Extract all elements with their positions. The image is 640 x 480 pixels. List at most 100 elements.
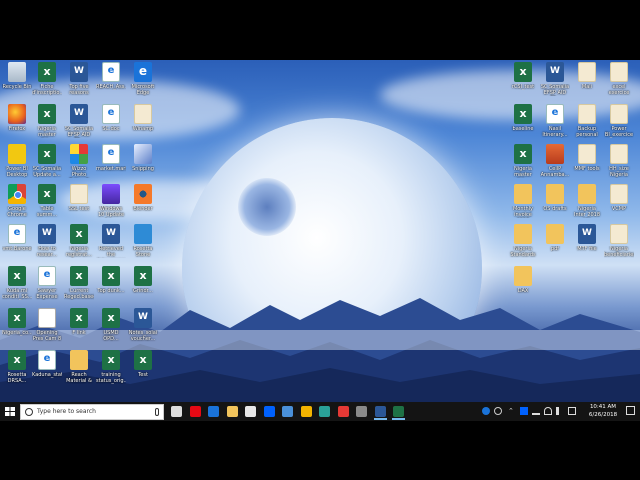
battery-icon[interactable] — [532, 407, 540, 415]
desktop-icon[interactable]: SSL test — [64, 184, 94, 212]
desktop-icon[interactable]: Mali — [572, 62, 602, 90]
desktop-icon[interactable]: Microsoft Edge — [128, 62, 158, 96]
blender-icon — [134, 184, 152, 204]
excel-icon — [8, 266, 26, 286]
netflix-icon — [189, 406, 201, 417]
people-icon[interactable] — [482, 407, 490, 415]
taskbar-edge-button[interactable] — [205, 404, 222, 419]
desktop-icon[interactable]: Snipping — [128, 144, 158, 172]
desktop-icon[interactable]: CellP Annamba... — [540, 144, 570, 178]
wifi-icon[interactable] — [544, 407, 552, 415]
taskbar-photos-button[interactable] — [279, 404, 296, 419]
desktop-icon[interactable]: Sawyer Expense L... — [32, 266, 62, 300]
desktop-icon[interactable]: Grindr... — [128, 266, 158, 294]
taskbar-task-view-button[interactable] — [168, 404, 185, 419]
desktop-icon[interactable]: Nigeria_co... — [2, 308, 32, 336]
desktop-icon[interactable]: excel exercice — [604, 62, 634, 96]
paint-icon — [337, 406, 349, 417]
desktop-icon[interactable]: USMD OPD... — [96, 308, 126, 342]
desktop-icon[interactable]: SC Somalia Update a... — [32, 144, 62, 178]
desktop-icon-label: Nigeria Inter 2018 HH — [573, 206, 601, 218]
desktop-icon[interactable]: How to resear... — [32, 224, 62, 258]
desktop-icon-label: pdf — [550, 246, 560, 252]
desktop-icon[interactable]: Top dunk... — [96, 266, 126, 294]
desktop-icon[interactable]: HH_size Nigeria — [604, 144, 634, 178]
dropbox-tray-icon[interactable] — [520, 407, 528, 415]
desktop-icon[interactable]: market.market... — [96, 144, 126, 172]
desktop-icon[interactable]: Nigeria beneficiaries1918 — [604, 224, 634, 258]
desktop-icon[interactable]: Windows 10 Update Ass... — [96, 184, 126, 218]
desktop-icon[interactable]: Recycle Bin — [2, 62, 32, 90]
desktop-icon[interactable]: Firefox — [2, 104, 32, 132]
keyboard-icon[interactable] — [568, 407, 576, 415]
desktop-icon[interactable]: Nigeria master list... — [508, 144, 538, 178]
desktop-icon[interactable]: SC Somalia EFSP AID FF... — [64, 104, 94, 138]
taskbar-word-button[interactable] — [372, 404, 389, 420]
desktop-icon-label: MMF tools — [574, 166, 600, 172]
desktop-wallpaper[interactable]: Recycle BinFiche d'inscriptio... Top five… — [0, 60, 640, 402]
desktop-icon[interactable]: REACH_Ass... — [96, 62, 126, 90]
taskbar-calculator-button[interactable] — [353, 404, 370, 419]
volume-icon[interactable] — [556, 407, 564, 415]
desktop-icon[interactable]: Nigeria master list... — [32, 104, 62, 138]
desktop-icon[interactable]: training status_orig... — [96, 350, 126, 384]
desktop-icon[interactable]: OS drafts — [540, 184, 570, 212]
clock[interactable]: 10:41 AM 6/26/2018 — [586, 403, 620, 419]
taskbar-terminal-button[interactable] — [316, 404, 333, 419]
desktop-icon[interactable]: Wizzo Photo Editor 8 — [64, 144, 94, 178]
desktop-icon[interactable]: rCSI_test — [508, 62, 538, 90]
desktop-icon[interactable]: Nigeria Standards — [508, 224, 538, 258]
desktop-icon-label: Fiche d'inscriptio... — [32, 84, 62, 96]
desktop-icon[interactable]: Power BI_exercice — [604, 104, 634, 138]
desktop-icon[interactable]: F link — [64, 308, 94, 336]
desktop-icon[interactable]: Monthly invoice 2018 — [508, 184, 538, 218]
chevron-up-icon[interactable]: ⌃ — [508, 407, 516, 415]
desktop-icon[interactable]: Kaduna_state... — [32, 350, 62, 378]
desktop-icon[interactable]: Google Chrome — [2, 184, 32, 218]
desktop-icon[interactable]: SC.doc — [96, 104, 126, 132]
microphone-icon[interactable] — [155, 408, 159, 416]
taskbar-file-explorer-button[interactable] — [224, 404, 241, 419]
desktop-icon[interactable]: DAX — [508, 266, 538, 294]
desktop-icon[interactable]: Rosetta Stone — [128, 224, 158, 258]
terminal-icon — [319, 406, 330, 417]
desktop-icon[interactable]: Nigeria registrat... — [64, 224, 94, 258]
excel-icon — [8, 308, 26, 328]
taskbar-store-button[interactable] — [242, 404, 259, 419]
start-button[interactable] — [2, 404, 18, 419]
desktop-icon[interactable]: vmt.Barone — [2, 224, 32, 252]
desktop-icon[interactable]: Rosetta DRSA... — [2, 350, 32, 384]
desktop-icon[interactable]: SC Somalia EFSP AID FF... — [540, 62, 570, 96]
desktop-icon[interactable]: Test — [128, 350, 158, 378]
taskbar-chrome-button[interactable] — [298, 404, 315, 419]
desktop-icon[interactable]: Blender — [128, 184, 158, 212]
desktop-icon[interactable]: Fiche d'inscriptio... — [32, 62, 62, 96]
desktop-icon[interactable]: baseline — [508, 104, 538, 132]
desktop-icon[interactable]: Table summ... — [32, 184, 62, 218]
desktop-icon[interactable]: Notes_solai voucher... — [128, 308, 158, 342]
desktop-icon[interactable]: Top five reasons — [64, 62, 94, 96]
desktop-icon[interactable]: Nigeria Inter 2018 HH — [572, 184, 602, 218]
folder-icon — [514, 224, 532, 244]
taskbar-dropbox-button[interactable] — [261, 404, 278, 419]
desktop-icon[interactable]: Current Reged.based... — [64, 266, 94, 300]
desktop-icon[interactable]: Winamp — [128, 104, 158, 132]
desktop-icon[interactable]: Backup personal doc — [572, 104, 602, 138]
desktop-icon[interactable]: Retrieved the data.reason... — [96, 224, 126, 258]
desktop-icon[interactable]: MTF file — [572, 224, 602, 252]
desktop-icon[interactable]: Nasil Itinerary... — [540, 104, 570, 138]
desktop-icon[interactable]: Kuda.ml conditi_SS... — [2, 266, 32, 300]
desktop-icon[interactable]: VCMP — [604, 184, 634, 212]
desktop-icon[interactable]: Reach Material & apps — [64, 350, 94, 384]
desktop-icon[interactable]: Power BI Desktop — [2, 144, 32, 178]
desktop-icon[interactable]: pdf — [540, 224, 570, 252]
people-badge-icon[interactable] — [494, 407, 502, 415]
search-input[interactable]: Type here to search — [37, 407, 96, 417]
desktop-icon[interactable]: MMF tools — [572, 144, 602, 172]
taskbar-netflix-button[interactable] — [187, 404, 204, 419]
taskbar-excel-button[interactable] — [390, 404, 407, 420]
desktop-icon[interactable]: Opening Pres Cam 8 — [32, 308, 62, 342]
taskbar-paint-button[interactable] — [335, 404, 352, 419]
search-box[interactable]: Type here to search — [20, 404, 164, 420]
notification-icon[interactable] — [626, 406, 635, 415]
